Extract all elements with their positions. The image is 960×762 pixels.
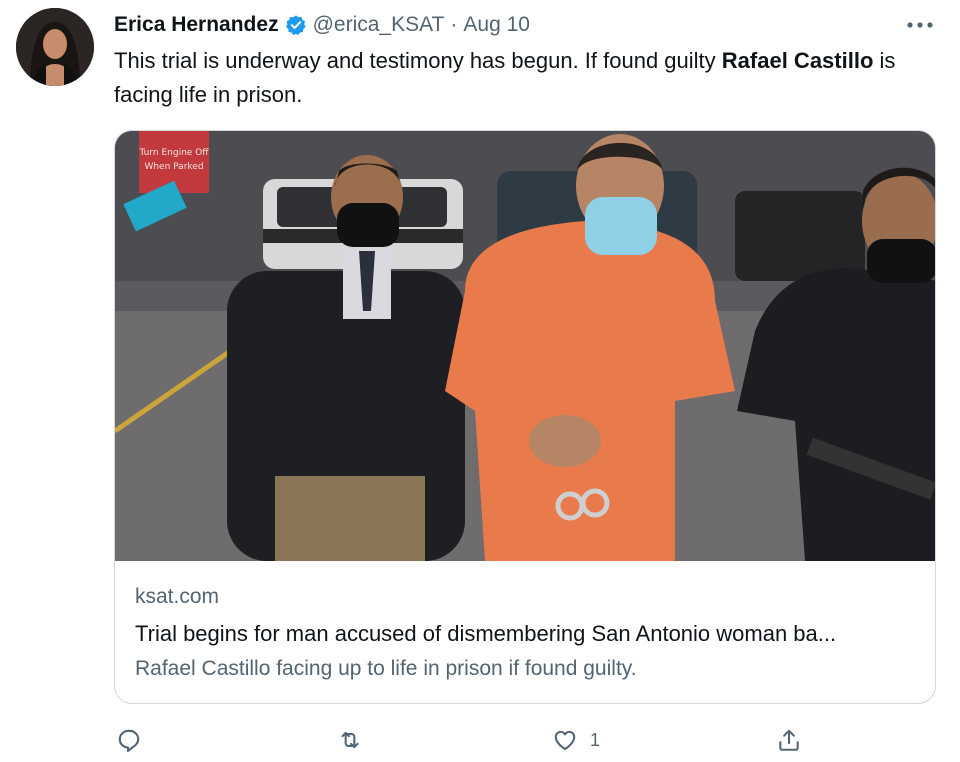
more-options-icon xyxy=(907,22,933,28)
card-description: Rafael Castillo facing up to life in pri… xyxy=(135,657,637,680)
tweet-text-part1: This trial is underway and testimony has… xyxy=(114,48,722,73)
header-separator: · xyxy=(450,13,458,36)
card-image: Turn Engine Off When Parked xyxy=(115,131,935,561)
tweet-date[interactable]: Aug 10 xyxy=(463,13,530,37)
like-button[interactable]: 1 xyxy=(552,722,600,758)
card-domain: ksat.com xyxy=(135,585,220,608)
reply-button[interactable] xyxy=(116,722,142,758)
avatar[interactable] xyxy=(16,8,94,86)
share-button[interactable] xyxy=(776,722,802,758)
link-card[interactable]: Turn Engine Off When Parked ksat.com Tri… xyxy=(114,130,936,704)
card-title: Trial begins for man accused of dismembe… xyxy=(135,621,837,646)
author-name[interactable]: Erica Hernandez xyxy=(114,13,279,37)
tweet-header: Erica Hernandez @erica_KSAT · Aug 10 xyxy=(114,10,530,40)
like-count: 1 xyxy=(590,729,601,750)
share-icon xyxy=(779,729,799,751)
tweet-text-bold-name[interactable]: Rafael Castillo xyxy=(722,48,874,73)
more-options-button[interactable] xyxy=(900,10,940,40)
author-handle[interactable]: @erica_KSAT xyxy=(313,13,445,37)
retweet-button[interactable] xyxy=(336,722,364,758)
retweet-icon xyxy=(341,731,359,749)
sign-text: Turn Engine Off xyxy=(139,148,210,158)
verified-badge-icon xyxy=(285,14,307,36)
avatar-photo xyxy=(16,8,94,86)
svg-text:When Parked: When Parked xyxy=(144,162,203,172)
reply-icon xyxy=(118,729,140,752)
heart-icon xyxy=(554,730,576,751)
tweet-text: This trial is underway and testimony has… xyxy=(114,44,914,112)
